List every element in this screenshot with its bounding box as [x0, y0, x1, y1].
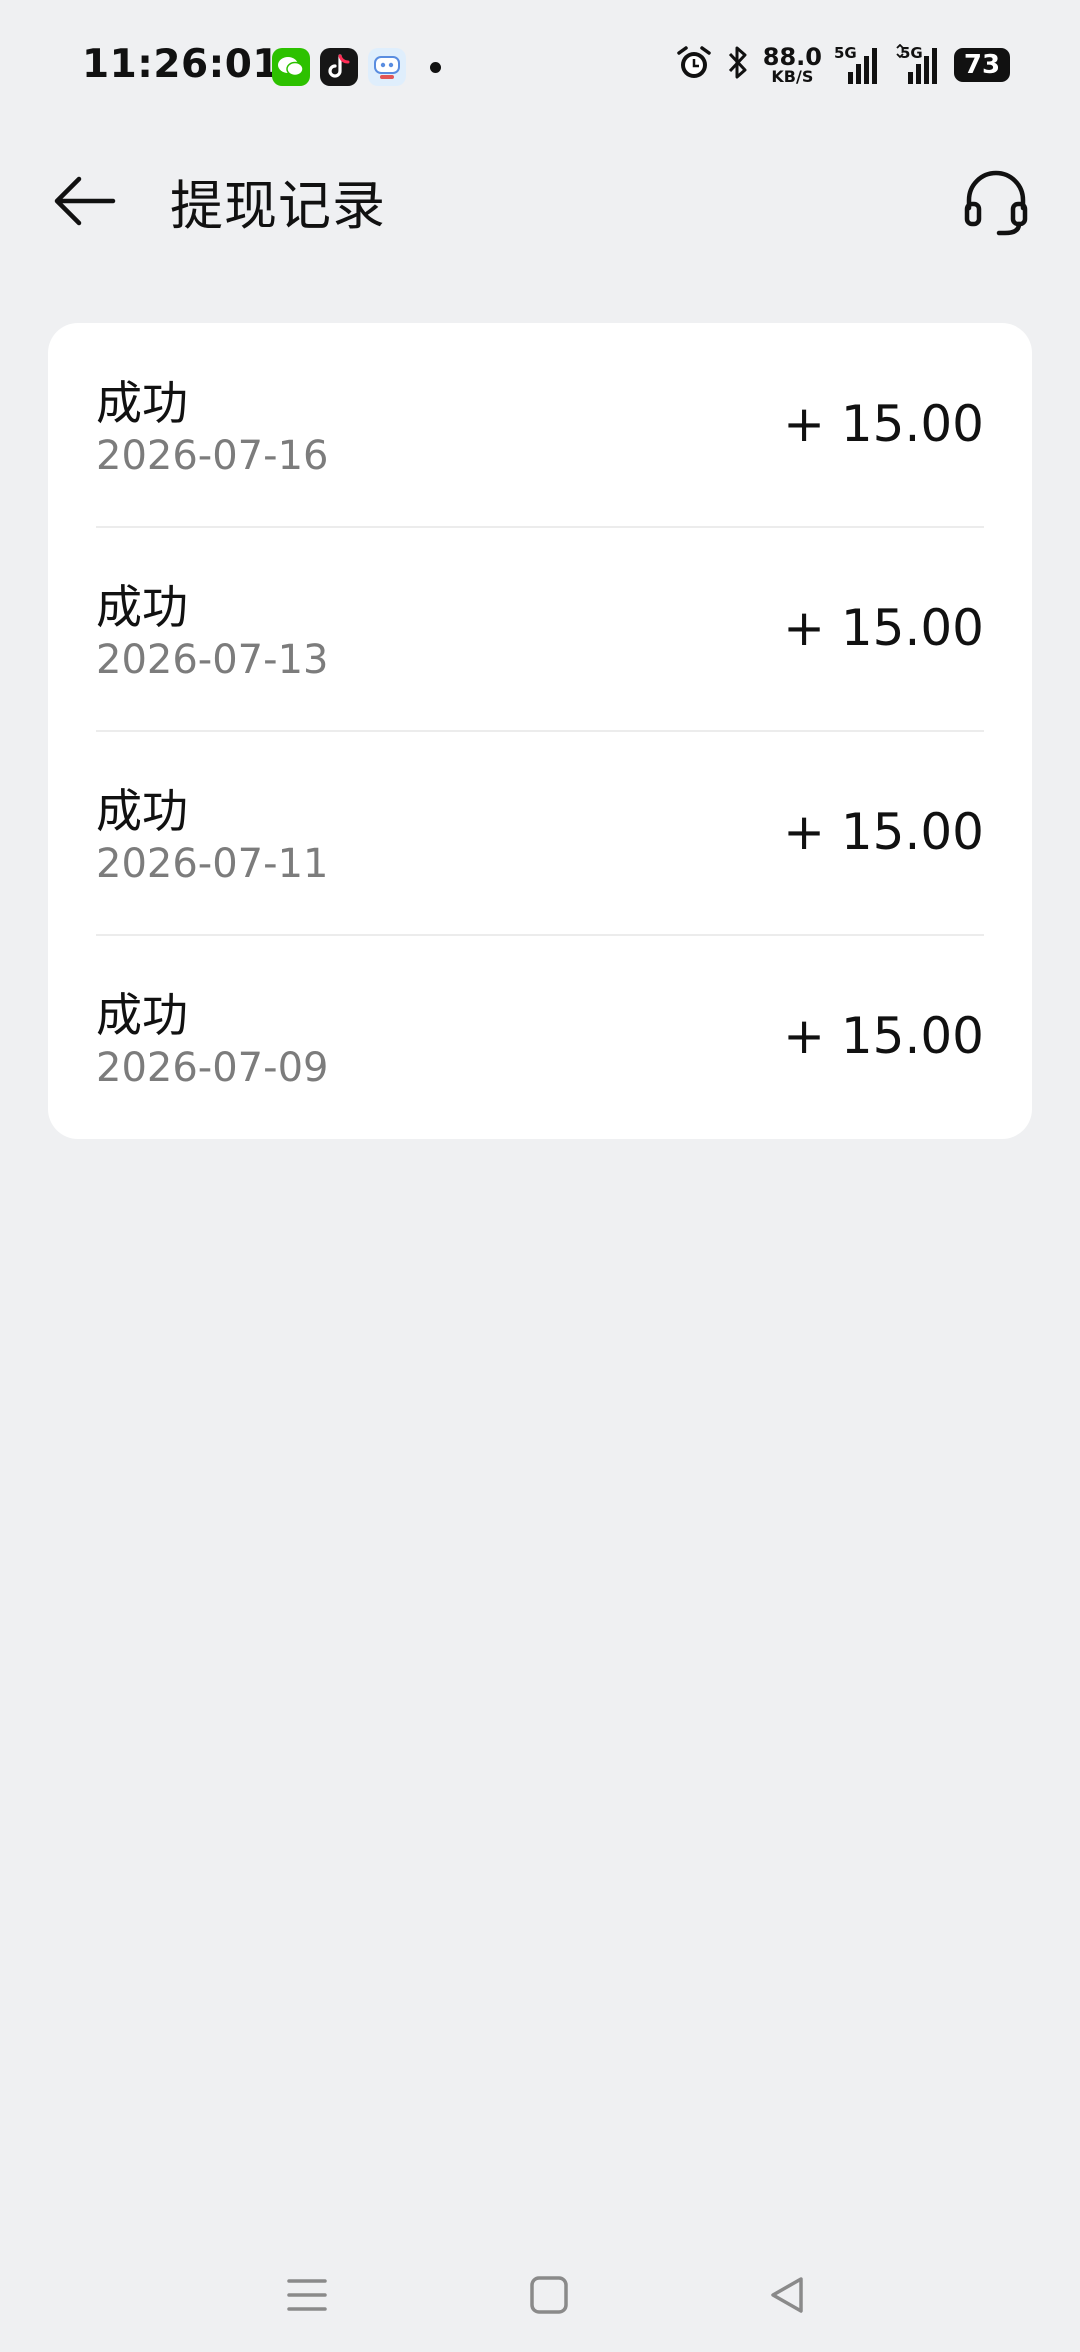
record-row[interactable]: 成功 2026-07-13 + 15.00 — [96, 527, 984, 731]
signal-sim1: 5G — [834, 44, 882, 86]
record-amount: + 15.00 — [783, 395, 984, 453]
record-row[interactable]: 成功 2026-07-16 + 15.00 — [96, 323, 984, 527]
menu-icon — [287, 2279, 327, 2311]
record-status: 成功 — [96, 376, 188, 430]
customer-service-button[interactable] — [956, 162, 1036, 242]
record-amount: + 15.00 — [783, 803, 984, 861]
triangle-back-icon — [771, 2277, 803, 2313]
back-nav-button[interactable] — [752, 2260, 822, 2330]
arrow-left-icon — [54, 176, 116, 226]
more-notifications-dot — [430, 61, 441, 73]
back-button[interactable] — [44, 166, 124, 236]
network-speed: 88.0 KB/S — [763, 45, 822, 85]
notification-icons — [272, 48, 441, 86]
record-date: 2026-07-09 — [96, 1045, 329, 1091]
record-amount: + 15.00 — [783, 599, 984, 657]
page-title: 提现记录 — [170, 176, 386, 237]
signal-sim2-label: 5G — [900, 44, 923, 62]
record-date: 2026-07-16 — [96, 433, 329, 479]
home-button[interactable] — [514, 2260, 584, 2330]
square-icon — [530, 2276, 568, 2314]
robot-app-icon — [368, 48, 406, 86]
header: 提现记录 — [0, 140, 1080, 260]
record-date: 2026-07-11 — [96, 841, 329, 887]
record-status: 成功 — [96, 580, 188, 634]
status-bar: 11:26:01 88.0 KB/S 5G 5G 73 — [0, 0, 1080, 140]
network-speed-value: 88.0 — [762, 43, 822, 71]
record-status: 成功 — [96, 988, 188, 1042]
record-date: 2026-07-13 — [96, 637, 329, 683]
system-icons: 88.0 KB/S 5G 5G 73 — [675, 43, 1010, 86]
tiktok-icon — [320, 48, 358, 86]
signal-sim2: 5G — [894, 43, 942, 86]
record-row[interactable]: 成功 2026-07-09 + 15.00 — [96, 935, 984, 1139]
battery-level: 73 — [954, 48, 1010, 82]
record-status: 成功 — [96, 784, 188, 838]
signal-sim1-label: 5G — [834, 44, 857, 62]
record-amount: + 15.00 — [783, 1007, 984, 1065]
withdrawal-records-card: 成功 2026-07-16 + 15.00 成功 2026-07-13 + 15… — [48, 323, 1032, 1139]
headset-icon — [964, 170, 1028, 236]
record-row[interactable]: 成功 2026-07-11 + 15.00 — [96, 731, 984, 935]
bluetooth-icon — [725, 44, 751, 86]
wechat-icon — [272, 48, 310, 86]
battery-indicator: 73 — [954, 48, 1010, 82]
alarm-icon — [675, 44, 713, 86]
status-time: 11:26:01 — [82, 42, 281, 87]
network-speed-unit: KB/S — [771, 67, 814, 86]
system-navigation-bar — [0, 2240, 1080, 2352]
recent-apps-button[interactable] — [272, 2260, 342, 2330]
